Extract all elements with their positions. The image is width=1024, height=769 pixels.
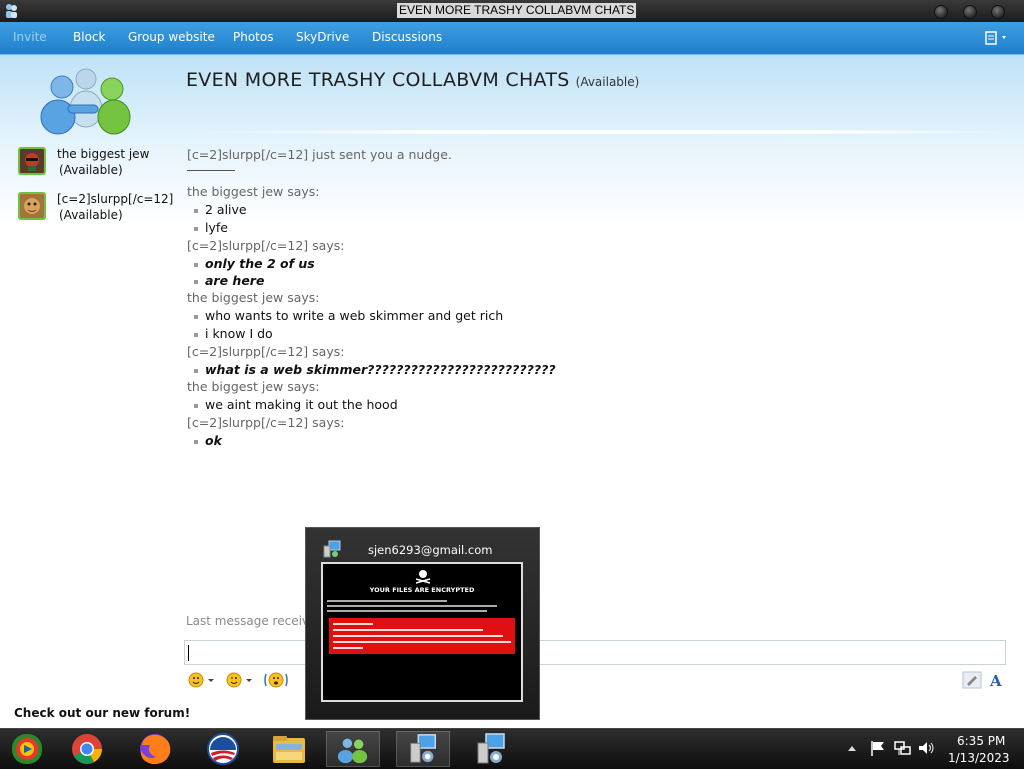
avatar bbox=[18, 192, 46, 220]
windows-media-center-icon[interactable] bbox=[0, 731, 54, 767]
nudge-notice: [c=2]slurpp[/c=12] just sent you a nudge… bbox=[187, 147, 452, 162]
contact-status: (Available) bbox=[59, 208, 123, 222]
message-group: [c=2]slurpp[/c=12] says: only the 2 of u… bbox=[187, 237, 987, 289]
message-group: the biggest jew says: we aint making it … bbox=[187, 378, 987, 414]
messenger-app-icon[interactable] bbox=[3, 3, 19, 19]
message-group: [c=2]slurpp[/c=12] says: ok bbox=[187, 414, 987, 449]
firefox-icon[interactable] bbox=[128, 731, 182, 767]
message-group: the biggest jew says: who wants to write… bbox=[187, 289, 987, 343]
message-line: 2 alive bbox=[187, 201, 987, 219]
chrome-icon[interactable] bbox=[60, 731, 114, 767]
taskbar-thumbnail-popup[interactable]: sjen6293@gmail.com YOUR FILES ARE ENCRYP… bbox=[305, 527, 540, 720]
message-line: lyfe bbox=[187, 219, 987, 237]
avatar bbox=[18, 147, 46, 175]
contact-status: (Available) bbox=[59, 163, 123, 177]
network-icon[interactable] bbox=[893, 739, 911, 757]
clock-date[interactable]: 1/13/2023 bbox=[948, 751, 1010, 765]
ransom-text-line bbox=[327, 605, 497, 607]
message-line: are here bbox=[187, 272, 987, 289]
menu-block[interactable]: Block bbox=[73, 30, 105, 44]
contact-item[interactable]: [c=2]slurpp[/c=12] (Available) bbox=[18, 192, 188, 226]
message-line: what is a web skimmer???????????????????… bbox=[187, 361, 987, 378]
menu-invite[interactable]: Invite bbox=[13, 30, 47, 44]
message-sender: the biggest jew says: bbox=[187, 379, 320, 394]
menu-photos[interactable]: Photos bbox=[233, 30, 273, 44]
message-sender: the biggest jew says: bbox=[187, 290, 320, 305]
title-bar: EVEN MORE TRASHY COLLABVM CHATS bbox=[0, 0, 1024, 22]
close-button[interactable] bbox=[991, 5, 1005, 19]
ransom-text-line bbox=[327, 600, 447, 602]
nudge-icon[interactable] bbox=[263, 671, 289, 689]
conversation-status: (Available) bbox=[575, 75, 640, 89]
menu-group-website[interactable]: Group website bbox=[128, 30, 215, 44]
message-line: we aint making it out the hood bbox=[187, 396, 987, 414]
message-group: the biggest jew says: 2 alive lyfe bbox=[187, 183, 987, 237]
divider bbox=[187, 170, 235, 171]
messenger-buddies-icon bbox=[40, 68, 131, 135]
messenger-icon[interactable] bbox=[326, 731, 380, 767]
message-sender: the biggest jew says: bbox=[187, 184, 320, 199]
menu-discussions[interactable]: Discussions bbox=[372, 30, 442, 44]
show-hidden-icons-icon[interactable] bbox=[846, 739, 858, 757]
message-sender: [c=2]slurpp[/c=12] says: bbox=[187, 415, 345, 430]
svg-text:A: A bbox=[989, 672, 1002, 689]
file-explorer-icon[interactable] bbox=[262, 731, 316, 767]
ransom-text-line bbox=[327, 610, 487, 612]
options-menu-icon[interactable] bbox=[984, 30, 1012, 46]
message-line: only the 2 of us bbox=[187, 255, 987, 272]
header-swoosh bbox=[180, 130, 1020, 134]
obama-icon[interactable] bbox=[196, 731, 250, 767]
message-line: ok bbox=[187, 432, 987, 449]
message-sender: [c=2]slurpp[/c=12] says: bbox=[187, 344, 345, 359]
volume-icon[interactable] bbox=[917, 739, 935, 757]
remote-tool-icon[interactable] bbox=[396, 731, 450, 767]
clock-time[interactable]: 6:35 PM bbox=[957, 734, 1005, 748]
action-center-flag-icon[interactable] bbox=[869, 739, 887, 757]
message-history: the biggest jew says: 2 alive lyfe [c=2]… bbox=[187, 183, 987, 449]
message-group: [c=2]slurpp[/c=12] says: what is a web s… bbox=[187, 343, 987, 378]
taskbar: 6:35 PM 1/13/2023 bbox=[0, 728, 1024, 769]
handwriting-icon[interactable] bbox=[962, 671, 982, 689]
popup-title: sjen6293@gmail.com bbox=[368, 543, 493, 557]
remote-tool-icon[interactable] bbox=[464, 731, 518, 767]
conversation-title: EVEN MORE TRASHY COLLABVM CHATS (Availabl… bbox=[186, 69, 640, 91]
minimize-button[interactable] bbox=[934, 5, 948, 19]
contact-name: the biggest jew bbox=[57, 147, 150, 161]
forum-link[interactable]: Check out our new forum! bbox=[14, 706, 190, 720]
message-line: i know I do bbox=[187, 325, 987, 343]
wink-icon[interactable] bbox=[225, 671, 255, 689]
ransom-warning-box bbox=[329, 618, 515, 654]
ransom-heading: YOUR FILES ARE ENCRYPTED bbox=[369, 586, 475, 594]
font-icon[interactable]: A bbox=[988, 671, 1006, 689]
menu-bar: Invite Block Group website Photos SkyDri… bbox=[0, 22, 1024, 55]
window-title: EVEN MORE TRASHY COLLABVM CHATS bbox=[397, 3, 637, 18]
maximize-button[interactable] bbox=[963, 5, 977, 19]
remote-tool-icon bbox=[323, 540, 341, 558]
contact-item[interactable]: the biggest jew (Available) bbox=[18, 147, 188, 181]
contact-name: [c=2]slurpp[/c=12] bbox=[57, 192, 174, 206]
window-preview: YOUR FILES ARE ENCRYPTED bbox=[321, 562, 523, 702]
text-caret bbox=[188, 645, 189, 661]
last-message-status: Last message receive bbox=[186, 614, 317, 628]
menu-skydrive[interactable]: SkyDrive bbox=[296, 30, 349, 44]
message-line: who wants to write a web skimmer and get… bbox=[187, 307, 987, 325]
message-sender: [c=2]slurpp[/c=12] says: bbox=[187, 238, 345, 253]
emoticon-icon[interactable] bbox=[188, 671, 216, 689]
pirate-flag-icon bbox=[415, 570, 431, 584]
